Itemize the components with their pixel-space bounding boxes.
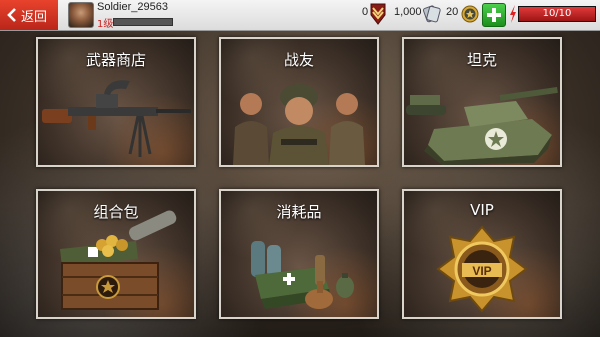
card-weapon-shop[interactable]: 武器商店 [36, 37, 196, 167]
gold-coin-icon [461, 5, 479, 23]
card-tanks[interactable]: 坦克 [402, 37, 562, 167]
medal-icon [370, 3, 386, 25]
plus-icon [487, 8, 501, 22]
card-title: 武器商店 [85, 51, 146, 69]
player-level: 1级 [97, 19, 114, 30]
add-currency-button[interactable] [482, 3, 506, 27]
card-comrades[interactable]: 战友 [219, 37, 379, 167]
medals-count: 0 [362, 6, 369, 18]
back-button[interactable]: 返回 [0, 0, 58, 30]
card-bundle[interactable]: 组合包 [36, 189, 196, 319]
lightning-icon [510, 5, 516, 23]
card-vip[interactable]: VIP VIP [402, 189, 562, 319]
card-consumables[interactable]: 消耗品 [219, 189, 379, 319]
card-title: VIP [470, 201, 494, 219]
top-bar: 返回 Soldier_29563 1级 0 1,000 20 10/10 [0, 0, 600, 31]
card-title: 组合包 [93, 203, 139, 221]
gold-count: 20 [446, 6, 459, 18]
energy-text: 10/10 [542, 8, 572, 19]
xp-progress-bar [113, 18, 173, 26]
card-title: 坦克 [466, 51, 497, 69]
back-button-label: 返回 [21, 9, 48, 25]
avatar[interactable] [68, 2, 94, 28]
card-title: 消耗品 [276, 203, 322, 221]
player-name: Soldier_29563 [97, 1, 168, 13]
silver-count: 1,000 [394, 6, 422, 18]
card-title: 战友 [283, 51, 314, 69]
energy-bar: 10/10 [518, 6, 596, 22]
vip-badge-text: VIP [472, 264, 491, 278]
silver-tags-icon [423, 5, 441, 23]
chevron-left-icon [7, 8, 16, 22]
